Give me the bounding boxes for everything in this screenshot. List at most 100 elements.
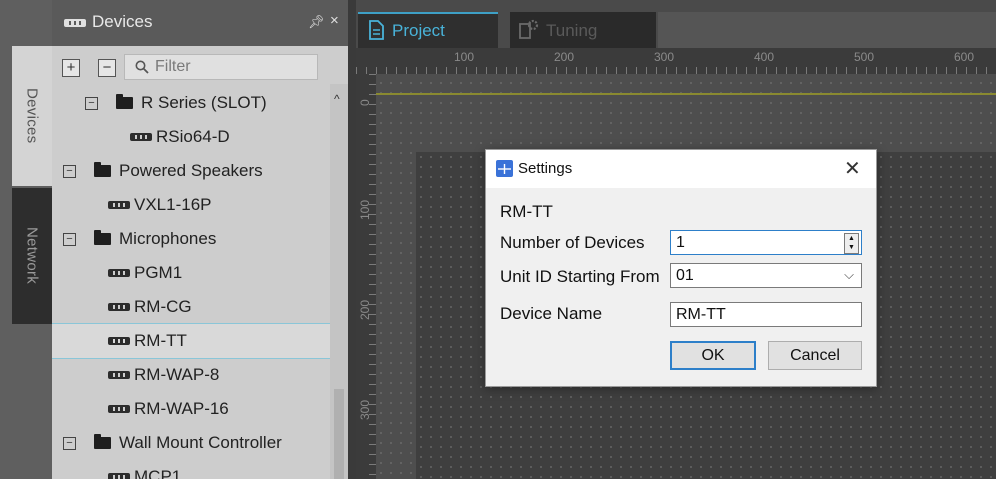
tree-device-label: MCP1 [134,467,182,479]
unit-id-label: Unit ID Starting From [500,267,660,286]
side-tab-network-label: Network [23,227,41,285]
side-tab-devices[interactable]: Devices [12,46,52,186]
tree-device-item[interactable]: RM-CG [52,290,330,324]
panel-close-icon[interactable]: × [330,12,339,29]
number-of-devices-label: Number of Devices [500,233,645,252]
ruler-x-label: 200 [554,50,575,64]
panel-title: Devices [92,12,153,31]
device-icon [108,303,130,311]
settings-dialog: Settings ✕ RM-TT Number of Devices 1 ▲ ▼ … [485,149,877,387]
cancel-button[interactable]: Cancel [768,341,862,370]
ruler-y-label: 200 [358,299,372,320]
editor-tab-bar: Project Tuning [356,0,996,48]
device-tree: − R Series (SLOT) RSio64-D − Powered Speaker… [52,84,330,479]
chevron-down-icon: ⌵ [844,267,854,282]
tree-device-label: RSio64-D [156,127,230,146]
tree-folder-label: R Series (SLOT) [141,93,267,112]
side-tab-network[interactable]: Network [12,188,52,324]
tree-device-label: RM-TT [134,331,187,350]
tab-project-label: Project [392,21,445,40]
device-icon [108,405,130,413]
device-icon [64,19,86,27]
horizontal-ruler: 100 200 300 400 500 600 [356,48,996,74]
filter-input[interactable]: Filter [124,54,318,80]
tab-project[interactable]: Project [358,12,498,48]
tab-bar-empty [658,12,996,48]
vertical-ruler: 0 100 200 300 [356,74,376,479]
device-icon [108,269,130,277]
tree-device-item[interactable]: RM-WAP-16 [52,392,330,426]
ruler-x-label: 300 [654,50,675,64]
tree-folder[interactable]: − Powered Speakers [52,154,330,188]
pin-icon[interactable]: 📌︎ [308,14,325,30]
tree-scrollbar[interactable]: ^ [330,84,348,479]
tree-device-item[interactable]: RM-WAP-8 [52,358,330,392]
tree-folder-label: Powered Speakers [119,161,263,180]
tree-device-item[interactable]: VXL1-16P [52,188,330,222]
horizontal-ruler-ticks [356,67,996,74]
dialog-titlebar[interactable]: Settings ✕ [486,150,876,188]
dialog-title: Settings [518,160,573,177]
app-icon [496,160,513,177]
device-name-label: Device Name [500,304,603,323]
ruler-x-label: 600 [954,50,975,64]
filter-placeholder: Filter [155,58,191,75]
tree-device-label: RM-CG [134,297,192,316]
canvas-frame-line [376,93,996,95]
panel-toolbar: + Filter − [52,50,348,84]
unit-id-select[interactable]: 01 ⌵ [670,263,862,288]
side-tab-devices-label: Devices [23,88,41,144]
device-icon [108,201,130,209]
tree-device-item[interactable]: RSio64-D [52,120,330,154]
collapse-icon[interactable]: − [63,233,76,246]
device-type-label: RM-TT [500,202,553,221]
ruler-y-label: 100 [358,199,372,220]
side-tab-strip: Devices Network [0,0,52,479]
device-icon [108,371,130,379]
tree-folder[interactable]: − Wall Mount Controller [52,426,330,460]
tree-folder[interactable]: − Microphones [52,222,330,256]
expand-all-button[interactable]: + [62,59,80,77]
folder-icon [94,162,111,177]
scroll-thumb[interactable] [334,389,344,479]
close-icon[interactable]: ✕ [844,156,861,181]
search-icon [135,60,149,74]
device-icon [108,337,130,345]
ruler-y-label: 300 [358,399,372,420]
tree-folder-label: Wall Mount Controller [119,433,282,452]
tree-folder-label: Microphones [119,229,217,248]
device-icon [108,473,130,479]
panel-splitter[interactable] [348,0,356,479]
folder-icon [94,230,111,245]
scroll-up-arrow-icon[interactable]: ^ [334,92,340,106]
collapse-icon[interactable]: − [63,437,76,450]
ruler-x-label: 100 [454,50,475,64]
ruler-x-label: 400 [754,50,775,64]
spin-arrows-icon[interactable]: ▲ ▼ [844,233,859,254]
ok-button[interactable]: OK [670,341,756,370]
collapse-icon[interactable]: − [63,165,76,178]
tab-tuning-label: Tuning [546,21,598,40]
device-icon [130,133,152,141]
number-of-devices-value: 1 [676,234,685,251]
collapse-icon[interactable]: − [85,97,98,110]
tab-tuning[interactable]: Tuning [510,12,656,48]
tree-device-label: VXL1-16P [134,195,212,214]
devices-panel-header: Devices 📌︎ × [52,0,348,46]
document-icon [369,20,384,40]
unit-id-value: 01 [676,267,694,284]
collapse-all-button[interactable]: − [98,59,116,77]
device-name-value: RM-TT [676,306,726,323]
devices-panel: Devices 📌︎ × + Filter − − R Series (SLOT)… [52,0,348,479]
number-of-devices-input[interactable]: 1 ▲ ▼ [670,230,862,255]
ruler-y-label: 0 [358,99,372,106]
tree-device-item[interactable]: PGM1 [52,256,330,290]
folder-icon [94,434,111,449]
device-name-input[interactable]: RM-TT [670,302,862,327]
tree-device-label: RM-WAP-8 [134,365,220,384]
tuning-gear-icon [519,19,539,39]
tree-folder[interactable]: − R Series (SLOT) [52,86,330,120]
tree-device-item[interactable]: RM-TT [52,323,330,359]
tree-device-item[interactable]: MCP1 [52,460,330,479]
tree-device-label: RM-WAP-16 [134,399,229,418]
